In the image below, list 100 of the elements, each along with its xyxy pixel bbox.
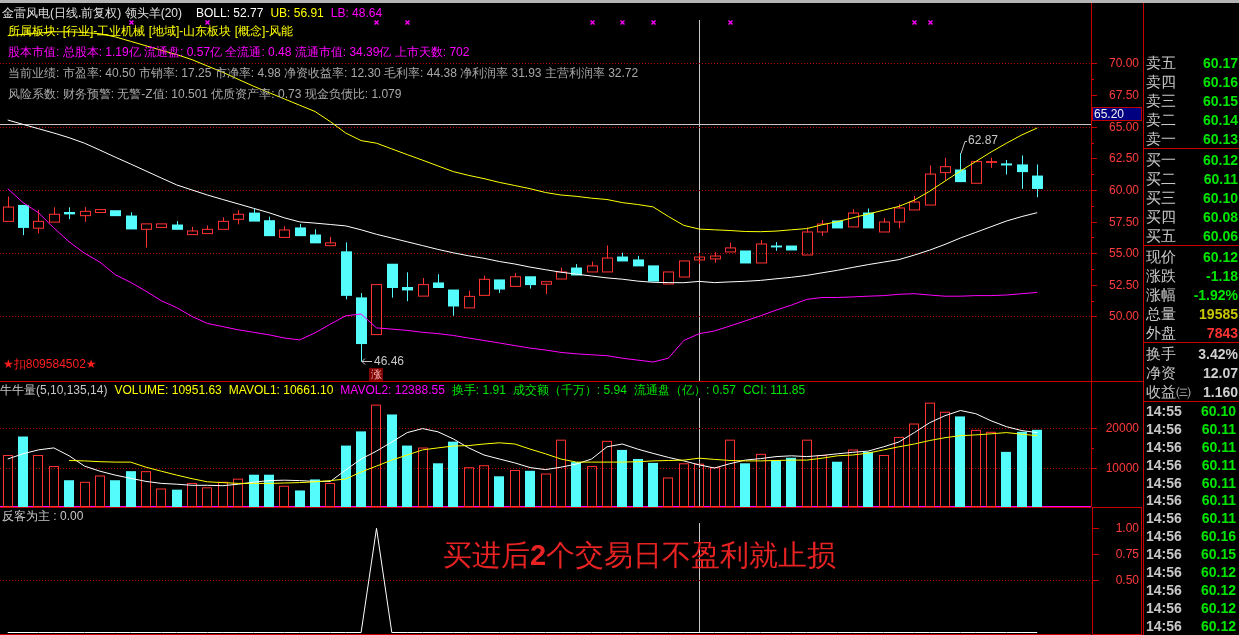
quote-price: 60.13 [1202, 130, 1239, 147]
candlestick [925, 165, 936, 206]
leader-line [960, 141, 968, 154]
legend-label: BOLL: 52.77 [196, 6, 264, 20]
indicator-readout: MAVOL2: 12388.55 [340, 383, 445, 397]
trade-price: 60.11 [1201, 492, 1237, 509]
indicator-readout: MAVOL1: 10661.10 [228, 383, 334, 397]
axis-label: 0.50 [1115, 575, 1139, 586]
candlestick [725, 242, 736, 253]
trade-price: 60.10 [1200, 402, 1237, 419]
trade-price: 60.12 [1200, 563, 1237, 580]
info-line: 风险系数: 财务预警: 无警-Z值: 10.501 优质资产率: 0.73 现金负债比: 1.079 [8, 87, 402, 101]
axis-label: 57.50 [1108, 216, 1139, 227]
quote-value: -1.18 [1206, 267, 1239, 284]
quote-price: 60.06 [1202, 227, 1239, 244]
quote-label: 卖五 [1145, 54, 1176, 71]
quote-label: 净资 [1145, 364, 1176, 381]
trade-price: 60.11 [1201, 474, 1237, 491]
quote-value: 60.12 [1202, 248, 1239, 265]
candlestick [126, 212, 137, 230]
contact-label: ★扣809584502★ [3, 357, 97, 371]
quote-label: 涨幅 [1145, 286, 1176, 303]
trade-time: 14:56 [1145, 492, 1182, 509]
price-label: 46.46 [374, 353, 405, 368]
quote-value: -1.92% [1193, 286, 1239, 303]
indicator-readout: 流通盘（亿）: 0.57 [633, 383, 736, 397]
legend-label: LB: 48.64 [330, 6, 383, 20]
quote-label: 卖二 [1145, 111, 1176, 128]
quote-value: 12.07 [1202, 364, 1239, 381]
trade-price: 60.12 [1200, 599, 1237, 616]
indicator-readout: VOLUME: 10951.63 [114, 383, 222, 397]
trade-time: 14:56 [1145, 617, 1182, 634]
quote-value: 7843 [1206, 324, 1239, 341]
quote-price: 60.17 [1202, 54, 1239, 71]
quote-price: 60.10 [1202, 189, 1239, 206]
quote-price: 60.15 [1202, 92, 1239, 109]
trade-price: 60.15 [1200, 546, 1237, 563]
quote-label: 收益㈢ [1145, 383, 1191, 400]
trade-price: 60.12 [1200, 617, 1237, 634]
trade-price: 60.12 [1200, 581, 1237, 598]
quote-price: 60.11 [1203, 170, 1239, 187]
chart-title: 金雷风电(日线.前复权) 领头羊(20) [2, 6, 182, 20]
axis-label: 0.75 [1115, 549, 1139, 560]
indicator-readout: 换手: 1.91 [451, 383, 506, 397]
trade-time: 14:56 [1145, 581, 1182, 598]
quote-price: 60.14 [1202, 111, 1239, 128]
quote-label: 卖四 [1145, 73, 1176, 90]
trade-time: 14:56 [1145, 420, 1182, 437]
quote-label: 涨跌 [1145, 267, 1176, 284]
candlestick [587, 261, 598, 273]
quote-label: 卖一 [1145, 130, 1176, 147]
quote-label: 外盘 [1145, 324, 1176, 341]
trade-price: 60.11 [1201, 420, 1237, 437]
axis-label: 70.00 [1108, 58, 1139, 69]
legend-label: UB: 56.91 [270, 6, 324, 20]
quote-price: 60.12 [1202, 151, 1239, 168]
indicator-readout: 成交额（千万）: 5.94 [512, 383, 627, 397]
trade-time: 14:56 [1145, 546, 1182, 563]
axis-label: 65.00 [1108, 121, 1139, 132]
quote-label: 买一 [1145, 151, 1176, 168]
quote-label: 买四 [1145, 208, 1176, 225]
rise-badge: 涨 [369, 368, 383, 381]
axis-label: 20000 [1105, 423, 1139, 434]
trade-price: 60.11 [1201, 456, 1237, 473]
quote-label: 卖三 [1145, 92, 1176, 109]
trade-time: 14:56 [1145, 456, 1182, 473]
axis-label: 10000 [1105, 462, 1139, 473]
trade-time: 14:56 [1145, 438, 1182, 455]
quote-value: 19585 [1199, 305, 1239, 322]
candlestick [402, 272, 413, 302]
indicator-name: 牛牛量(5,10,135,14) [0, 383, 108, 397]
cursor-price-label: 65.20 [1092, 107, 1142, 121]
axis-label: 50.00 [1108, 311, 1139, 322]
quote-value: 1.160 [1202, 383, 1239, 400]
axis-label: 55.00 [1108, 248, 1139, 259]
quote-label: 总量 [1145, 305, 1176, 322]
indicator-readout: CCI: 111.85 [742, 383, 806, 397]
trade-price: 60.16 [1200, 528, 1237, 545]
trade-price: 60.11 [1201, 510, 1237, 527]
trade-time: 14:56 [1145, 528, 1182, 545]
quote-label: 换手 [1145, 345, 1176, 362]
quote-price: 60.08 [1202, 208, 1239, 225]
axis-label: 1.00 [1115, 523, 1139, 534]
trade-time: 14:56 [1145, 563, 1182, 580]
price-label: 62.87 [968, 132, 999, 147]
trade-price: 60.11 [1201, 438, 1237, 455]
quote-label: 现价 [1145, 248, 1176, 265]
quote-label: 买三 [1145, 189, 1176, 206]
quote-value: 3.42% [1198, 345, 1239, 362]
candlestick [371, 284, 382, 336]
candlestick [202, 225, 213, 235]
candlestick [909, 195, 920, 211]
axis-label: 67.50 [1108, 90, 1139, 101]
axis-label: 52.50 [1108, 279, 1139, 290]
leader-arrow [361, 358, 373, 365]
axis-label: 60.00 [1108, 184, 1139, 195]
quote-label: 买五 [1145, 227, 1176, 244]
quote-label: 买二 [1145, 170, 1176, 187]
trade-time: 14:56 [1145, 474, 1182, 491]
trade-time: 14:56 [1145, 510, 1182, 527]
